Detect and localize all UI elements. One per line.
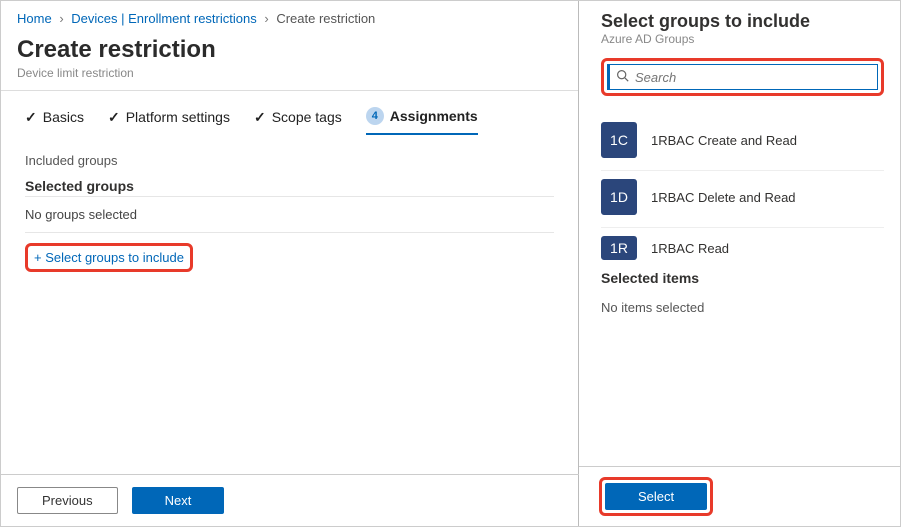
- tab-label: Basics: [43, 109, 84, 125]
- highlight-box: Select: [599, 477, 713, 516]
- selected-groups-heading: Selected groups: [25, 178, 554, 194]
- tab-scope-tags[interactable]: ✓ Scope tags: [254, 107, 342, 135]
- page-subtitle: Device limit restriction: [17, 66, 562, 80]
- group-name: 1RBAC Delete and Read: [651, 190, 796, 205]
- search-icon: [616, 69, 629, 85]
- group-item[interactable]: 1R 1RBAC Read: [601, 228, 884, 264]
- group-name: 1RBAC Read: [651, 241, 729, 256]
- page-title: Create restriction: [17, 36, 562, 64]
- tab-label: Scope tags: [272, 109, 342, 125]
- breadcrumb-home[interactable]: Home: [17, 11, 52, 26]
- step-number-badge: 4: [366, 107, 384, 125]
- highlight-box: + Select groups to include: [25, 243, 193, 272]
- check-icon: ✓: [254, 109, 266, 126]
- next-button[interactable]: Next: [132, 487, 225, 514]
- group-name: 1RBAC Create and Read: [651, 133, 797, 148]
- select-groups-link[interactable]: + Select groups to include: [34, 250, 184, 265]
- search-box[interactable]: [607, 64, 878, 90]
- breadcrumb-devices[interactable]: Devices | Enrollment restrictions: [71, 11, 256, 26]
- included-groups-heading: Included groups: [25, 153, 554, 168]
- group-item[interactable]: 1C 1RBAC Create and Read: [601, 114, 884, 171]
- breadcrumb: Home › Devices | Enrollment restrictions…: [1, 1, 578, 32]
- highlight-box: [601, 58, 884, 96]
- chevron-right-icon: ›: [264, 11, 268, 26]
- check-icon: ✓: [108, 109, 120, 126]
- tab-platform-settings[interactable]: ✓ Platform settings: [108, 107, 230, 135]
- wizard-tabs: ✓ Basics ✓ Platform settings ✓ Scope tag…: [1, 91, 578, 145]
- no-groups-text: No groups selected: [25, 196, 554, 233]
- wizard-footer: Previous Next: [1, 474, 579, 526]
- check-icon: ✓: [25, 109, 37, 126]
- tab-label: Assignments: [390, 108, 478, 124]
- no-items-selected-text: No items selected: [601, 300, 884, 315]
- panel-footer: Select: [579, 466, 900, 526]
- group-avatar: 1C: [601, 122, 637, 158]
- search-input[interactable]: [635, 70, 871, 85]
- breadcrumb-current: Create restriction: [276, 11, 375, 26]
- panel-subtitle: Azure AD Groups: [601, 32, 884, 46]
- group-item[interactable]: 1D 1RBAC Delete and Read: [601, 171, 884, 228]
- select-groups-panel: Select groups to include Azure AD Groups…: [579, 1, 900, 526]
- select-button[interactable]: Select: [605, 483, 707, 510]
- tab-basics[interactable]: ✓ Basics: [25, 107, 84, 135]
- group-avatar: 1R: [601, 236, 637, 260]
- chevron-right-icon: ›: [59, 11, 63, 26]
- group-avatar: 1D: [601, 179, 637, 215]
- selected-items-heading: Selected items: [601, 270, 884, 286]
- panel-title: Select groups to include: [601, 11, 884, 32]
- tab-label: Platform settings: [126, 109, 230, 125]
- tab-assignments[interactable]: 4 Assignments: [366, 107, 478, 135]
- previous-button[interactable]: Previous: [17, 487, 118, 514]
